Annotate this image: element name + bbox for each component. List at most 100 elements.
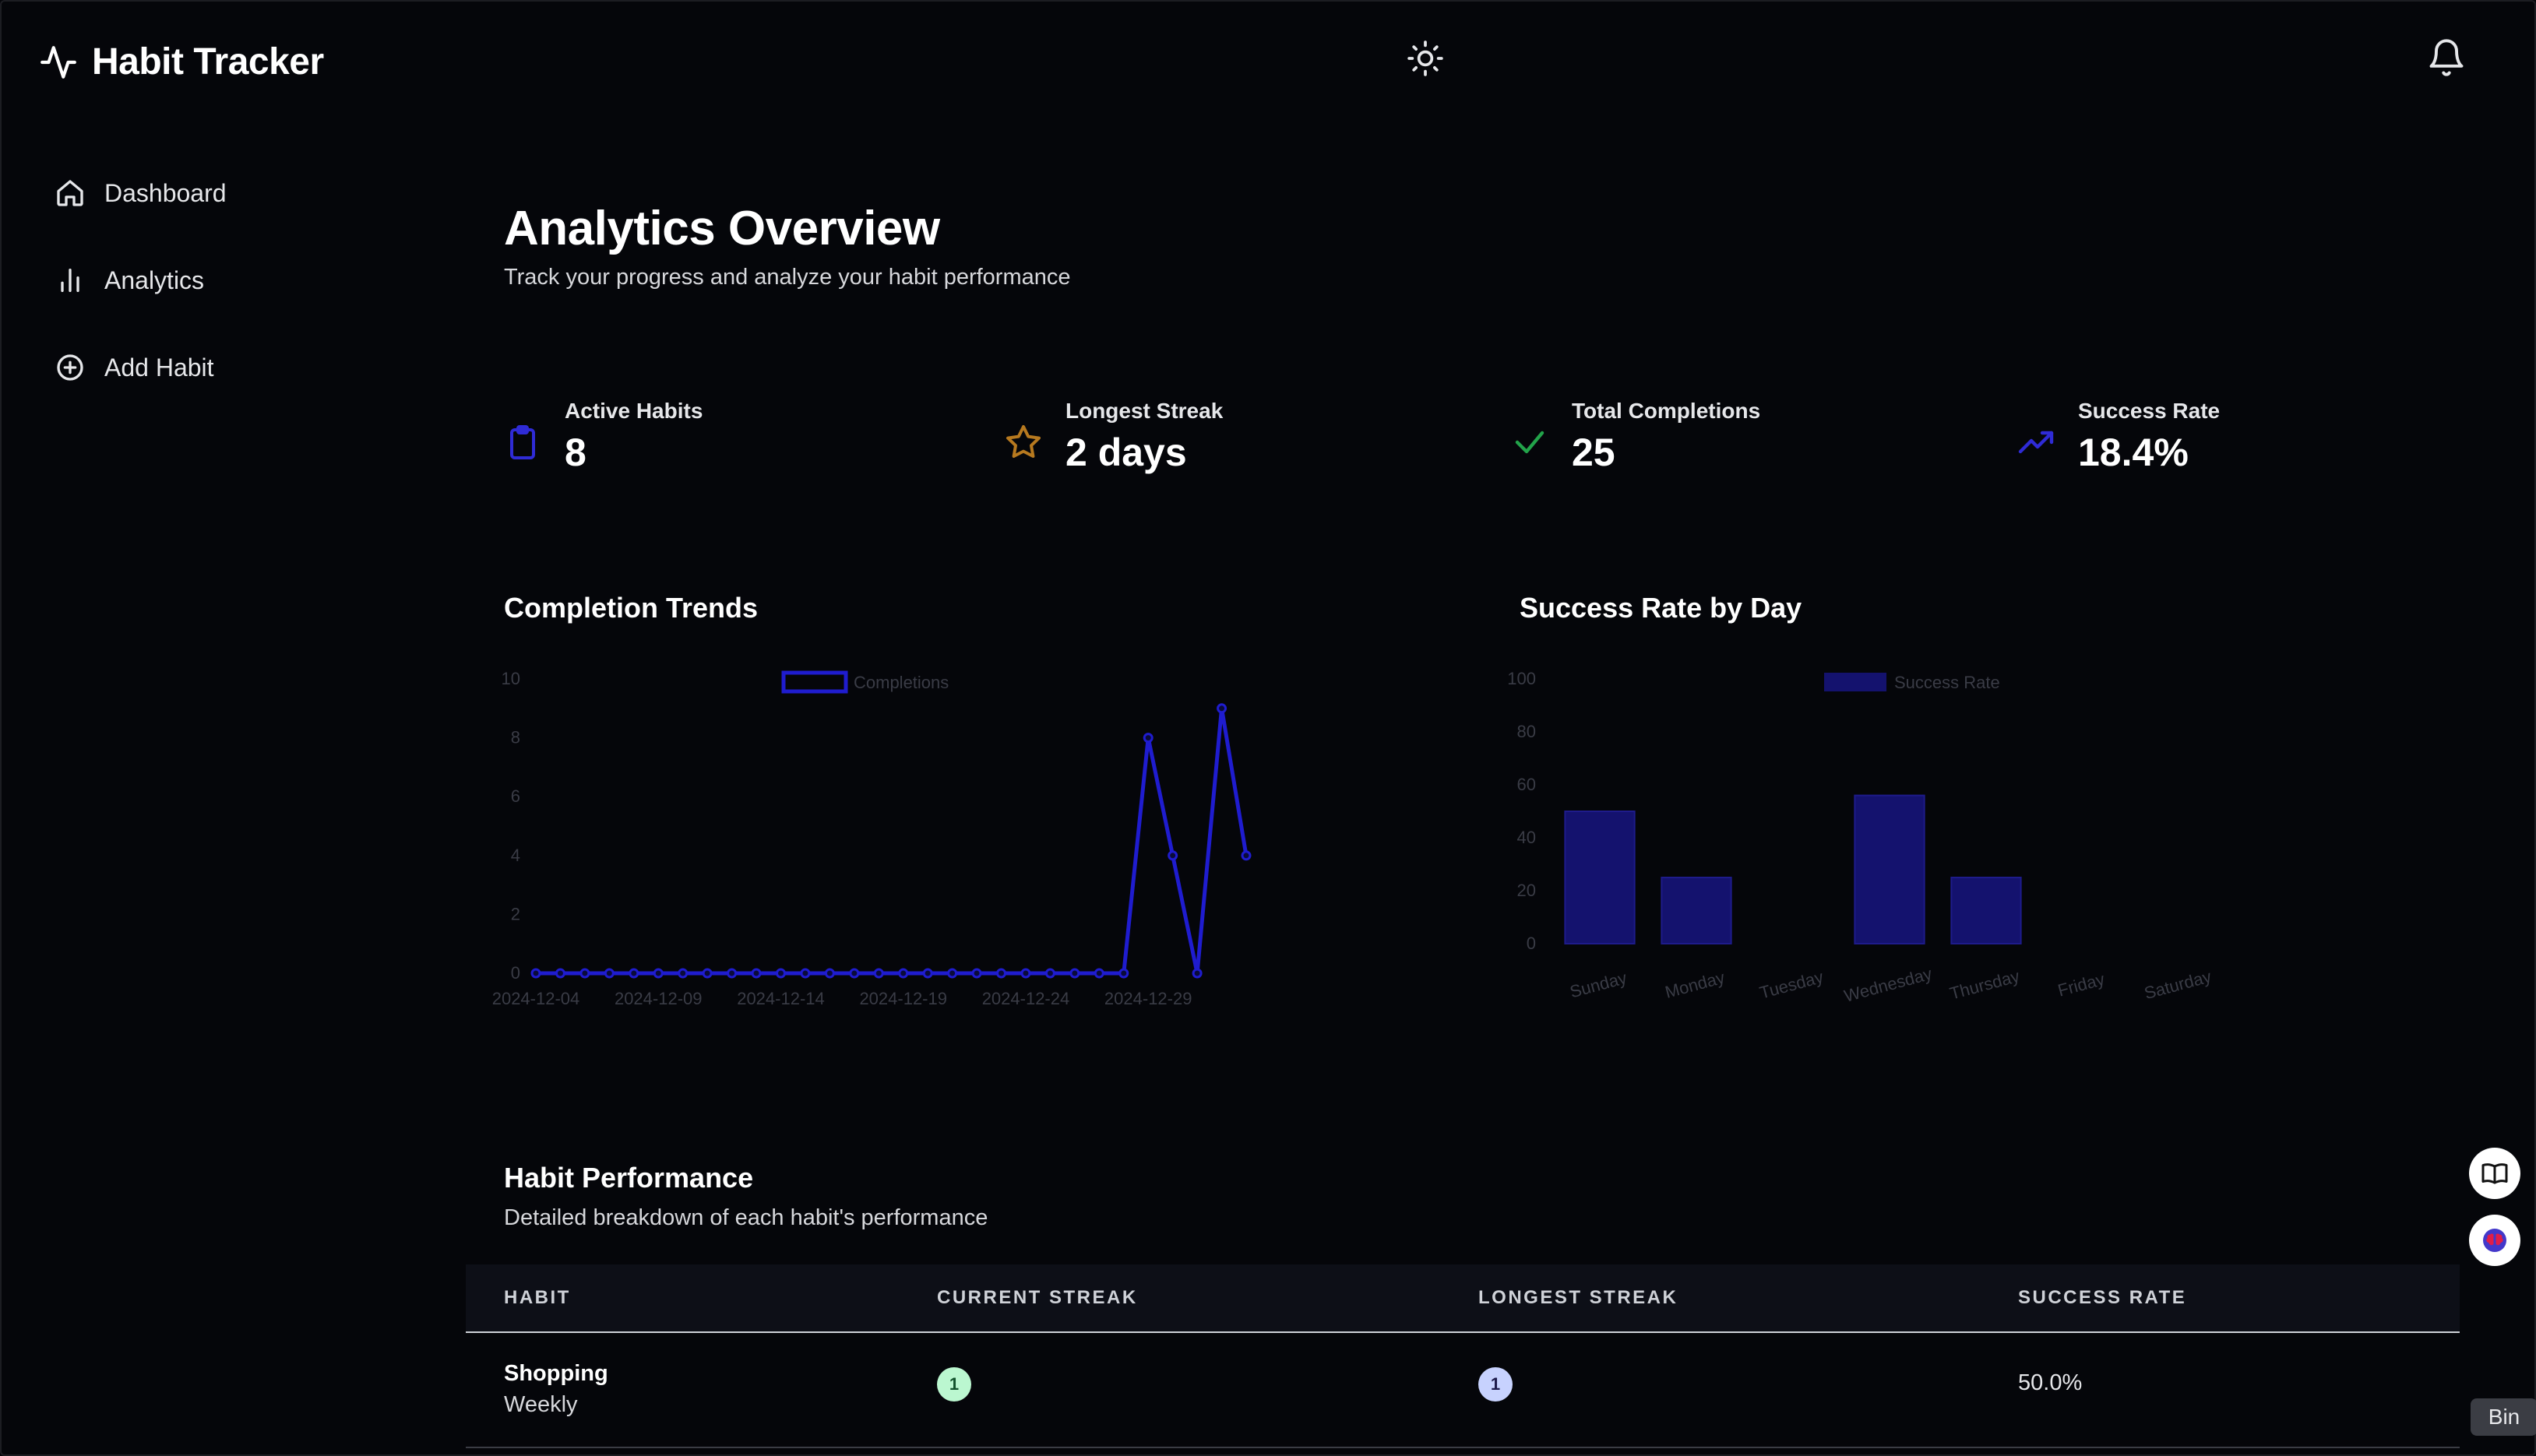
reader-button[interactable] [2469, 1148, 2520, 1199]
sidebar-item-label: Analytics [104, 266, 205, 294]
legend-swatch [781, 670, 848, 694]
table-header: HABIT CURRENT STREAK LONGEST STREAK SUCC… [466, 1264, 2460, 1333]
habit-frequency: Weekly [504, 1392, 578, 1417]
x-tick-label: Friday [2055, 969, 2107, 1001]
x-tick-label: 2024-12-19 [859, 989, 947, 1008]
x-tick-label: 2024-12-04 [492, 989, 580, 1008]
stat-value: 8 [565, 431, 586, 474]
sidebar-item-add-habit[interactable]: Add Habit [55, 324, 227, 411]
stat-label: Total Completions [1572, 399, 1761, 423]
app-brand[interactable]: Habit Tracker [39, 40, 324, 83]
y-tick-label: 2 [511, 904, 520, 923]
plus-circle-icon [57, 354, 83, 381]
current-streak-badge: 1 [937, 1367, 971, 1401]
x-tick-label: 2024-12-24 [982, 989, 1070, 1008]
y-tick-label: 8 [511, 728, 520, 747]
column-header[interactable]: LONGEST STREAK [1478, 1287, 1678, 1309]
bar-chart-icon [61, 269, 79, 292]
series-line [536, 706, 1249, 976]
data-point [996, 968, 1007, 979]
y-tick-label: 0 [511, 963, 520, 983]
home-icon [57, 180, 83, 206]
data-point [579, 968, 590, 979]
stat-active-habits: Active Habits 8 [504, 399, 703, 475]
data-point [1020, 968, 1031, 979]
column-header[interactable]: SUCCESS RATE [2018, 1287, 2186, 1309]
bar [1564, 811, 1636, 944]
chart-title-success: Success Rate by Day [1520, 592, 1802, 624]
activity-icon [41, 45, 76, 79]
data-point [678, 968, 689, 979]
data-point [653, 968, 664, 979]
y-tick-label: 10 [502, 669, 520, 688]
data-point [1143, 733, 1154, 744]
x-tick-label: Wednesday [1842, 964, 1934, 1006]
data-point [702, 968, 713, 979]
app-title: Habit Tracker [92, 41, 324, 83]
x-tick-label: Tuesday [1757, 967, 1825, 1003]
page-subtitle: Track your progress and analyze your hab… [504, 265, 1071, 290]
star-icon [1006, 425, 1041, 458]
completion-trends-chart: Completions 0 2 4 6 8 10 2024-12-04 2024-12-09 20… [492, 669, 1252, 1008]
habit-name: Shopping [504, 1361, 608, 1386]
bin-tooltip[interactable]: Bin [2471, 1398, 2536, 1436]
bar [1661, 877, 1732, 944]
success-rate-value: 50.0% [2018, 1370, 2083, 1395]
performance-table: HABIT CURRENT STREAK LONGEST STREAK SUCC… [466, 1264, 2460, 1448]
assistant-button[interactable] [2469, 1215, 2520, 1266]
longest-streak-badge: 1 [1478, 1367, 1513, 1401]
chart-legend: Completions [781, 670, 949, 694]
table-row[interactable]: Shopping Weekly 1 1 50.0% [466, 1333, 2460, 1448]
chart-title-trends: Completion Trends [504, 592, 759, 624]
data-point [530, 968, 541, 979]
data-point [800, 968, 811, 979]
trending-up-icon [2018, 431, 2054, 454]
stat-value: 2 days [1065, 431, 1187, 474]
data-point [775, 968, 786, 979]
stat-value: 18.4% [2078, 431, 2189, 474]
column-header[interactable]: CURRENT STREAK [937, 1287, 1138, 1309]
column-header[interactable]: HABIT [504, 1287, 571, 1309]
data-point [727, 968, 738, 979]
clipboard-icon [510, 425, 535, 459]
stat-value: 25 [1572, 431, 1615, 474]
data-point [604, 968, 615, 979]
stat-label: Success Rate [2078, 399, 2221, 423]
stat-longest-streak: Longest Streak 2 days [1005, 399, 1223, 475]
data-point [947, 968, 958, 979]
y-tick-label: 0 [1527, 934, 1536, 953]
legend-label: Success Rate [1894, 673, 2000, 692]
x-tick-label: Saturday [2142, 966, 2214, 1003]
data-point [1094, 968, 1104, 979]
data-point [555, 968, 565, 979]
y-tick-label: 100 [1507, 669, 1536, 688]
data-point [922, 968, 933, 979]
sidebar-item-analytics[interactable]: Analytics [55, 237, 227, 324]
page-title: Analytics Overview [504, 202, 940, 255]
section-title: Habit Performance [504, 1162, 754, 1194]
bell-icon[interactable] [2426, 37, 2467, 78]
stat-success-rate: Success Rate 18.4% [2017, 399, 2220, 475]
data-point [1192, 968, 1203, 979]
data-point [751, 968, 762, 979]
sidebar-item-label: Add Habit [104, 353, 214, 382]
x-tick-label: Monday [1663, 968, 1727, 1002]
y-tick-label: 20 [1517, 881, 1536, 900]
y-tick-label: 80 [1517, 722, 1536, 741]
sidebar-item-dashboard[interactable]: Dashboard [55, 149, 227, 237]
y-tick-label: 60 [1517, 775, 1536, 794]
sun-icon[interactable] [1406, 39, 1445, 78]
x-tick-label: 2024-12-09 [615, 989, 703, 1008]
data-point [898, 968, 909, 979]
brain-icon [2483, 1229, 2506, 1252]
x-tick-label: Sunday [1568, 968, 1629, 1001]
section-subtitle: Detailed breakdown of each habit's perfo… [504, 1205, 988, 1230]
data-point [1044, 968, 1055, 979]
data-point [1168, 850, 1178, 861]
data-point [849, 968, 860, 979]
y-tick-label: 40 [1517, 828, 1536, 847]
book-icon [2481, 1163, 2508, 1184]
x-tick-label: 2024-12-29 [1104, 989, 1192, 1008]
bar [1854, 794, 1925, 944]
sidebar-item-label: Dashboard [104, 178, 227, 207]
